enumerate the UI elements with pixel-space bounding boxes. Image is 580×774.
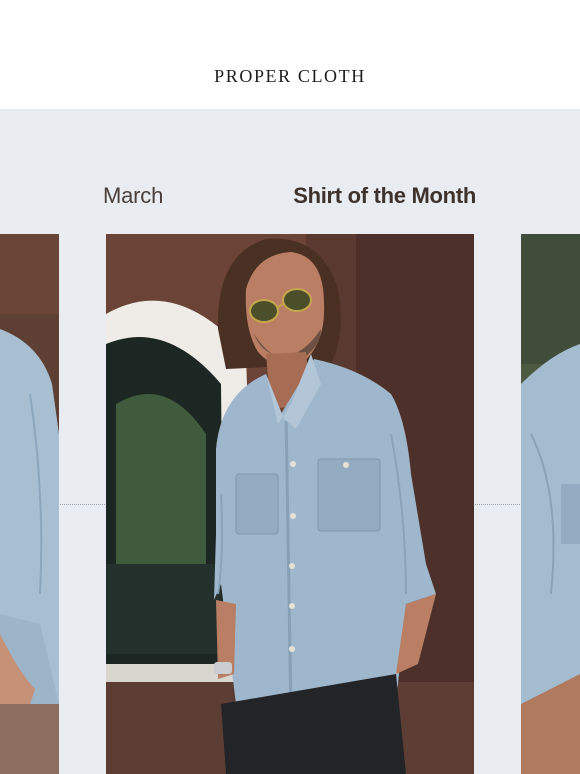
- carousel-photo-right[interactable]: [521, 234, 580, 774]
- brand-logo[interactable]: PROPER CLOTH: [0, 66, 580, 87]
- month-label: March: [103, 183, 164, 208]
- hero-section: March Shirt of the Month: [0, 109, 580, 774]
- email-header: PROPER CLOTH: [0, 0, 580, 109]
- carousel-divider-left: [60, 504, 105, 505]
- carousel-divider-right: [475, 504, 520, 505]
- carousel-photo-main[interactable]: [106, 234, 474, 774]
- headline-title: Shirt of the Month: [293, 183, 476, 208]
- carousel-photo-left[interactable]: [0, 234, 59, 774]
